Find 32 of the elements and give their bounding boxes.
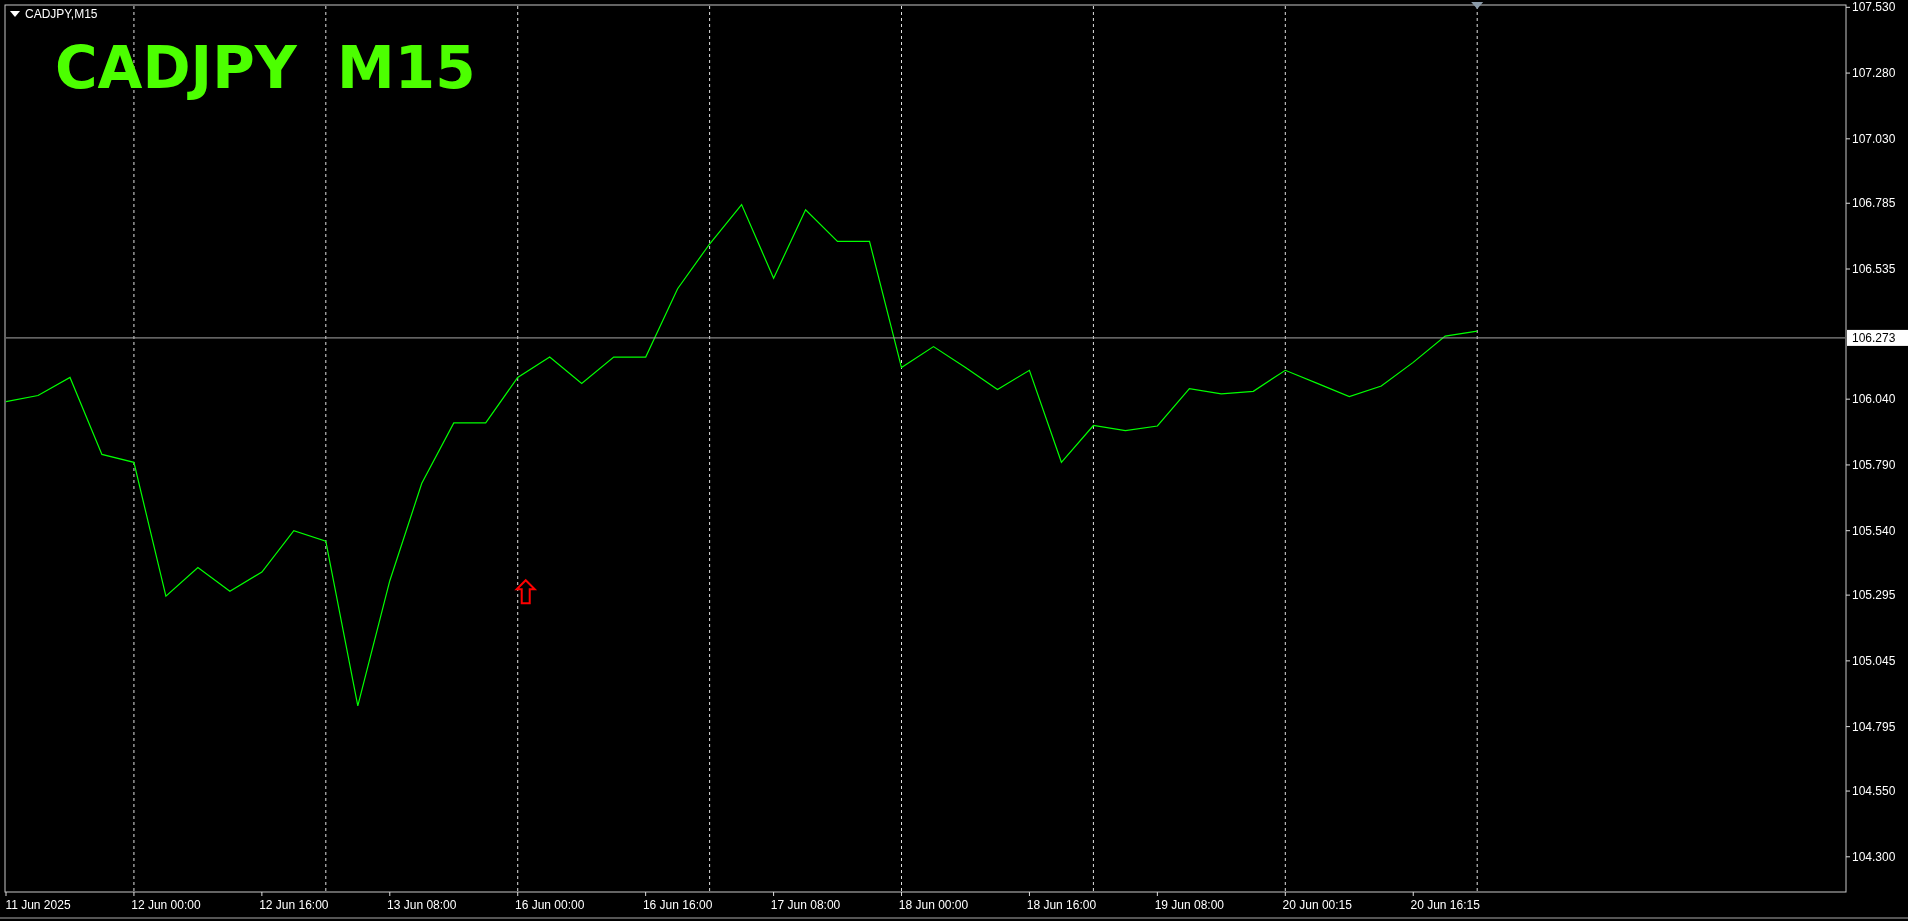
bid-price-label: 106.273 <box>1847 329 1908 346</box>
time-axis-label: 16 Jun 00:00 <box>515 898 585 912</box>
price-axis-label: 106.040 <box>1852 392 1896 407</box>
chart-shift-marker-icon <box>1471 2 1484 9</box>
price-axis-label: 104.550 <box>1852 784 1896 799</box>
price-axis-label: 107.030 <box>1852 131 1896 146</box>
price-axis-label: 106.535 <box>1852 262 1896 276</box>
chart-caption: CADJPY,M15 <box>25 6 98 22</box>
price-axis-label: 106.785 <box>1852 196 1896 211</box>
price-axis-label: 105.295 <box>1852 588 1896 603</box>
time-axis-label: 12 Jun 00:00 <box>131 898 201 912</box>
price-axis-label: 105.540 <box>1852 523 1896 538</box>
dropdown-triangle-icon[interactable] <box>10 11 20 17</box>
price-axis-label: 105.045 <box>1852 653 1896 668</box>
time-axis-label: 17 Jun 08:00 <box>770 898 841 912</box>
time-axis-label: 11 Jun 2025 <box>5 898 71 912</box>
price-axis-label: 104.300 <box>1852 849 1896 864</box>
ref-line-label: 106.273 <box>1852 330 1896 345</box>
price-axis-label: 107.280 <box>1852 66 1896 81</box>
price-axis-label: 104.795 <box>1852 719 1896 734</box>
up-arrow-marker <box>514 578 538 605</box>
time-axis-label: 20 Jun 16:15 <box>1410 898 1480 912</box>
time-axis-label: 20 Jun 00:15 <box>1282 898 1352 912</box>
price-axis-label: 105.790 <box>1852 457 1896 472</box>
time-axis-label: 13 Jun 08:00 <box>387 898 457 912</box>
time-axis-label: 12 Jun 16:00 <box>259 898 329 912</box>
time-axis-label: 19 Jun 08:00 <box>1154 898 1225 912</box>
time-axis-label: 16 Jun 16:00 <box>642 898 713 912</box>
chart-title: CADJPY M15 <box>55 33 476 104</box>
price-axis-label: 107.530 <box>1852 0 1896 15</box>
time-axis-label: 18 Jun 16:00 <box>1026 898 1097 912</box>
time-axis-label: 18 Jun 00:00 <box>898 898 969 912</box>
